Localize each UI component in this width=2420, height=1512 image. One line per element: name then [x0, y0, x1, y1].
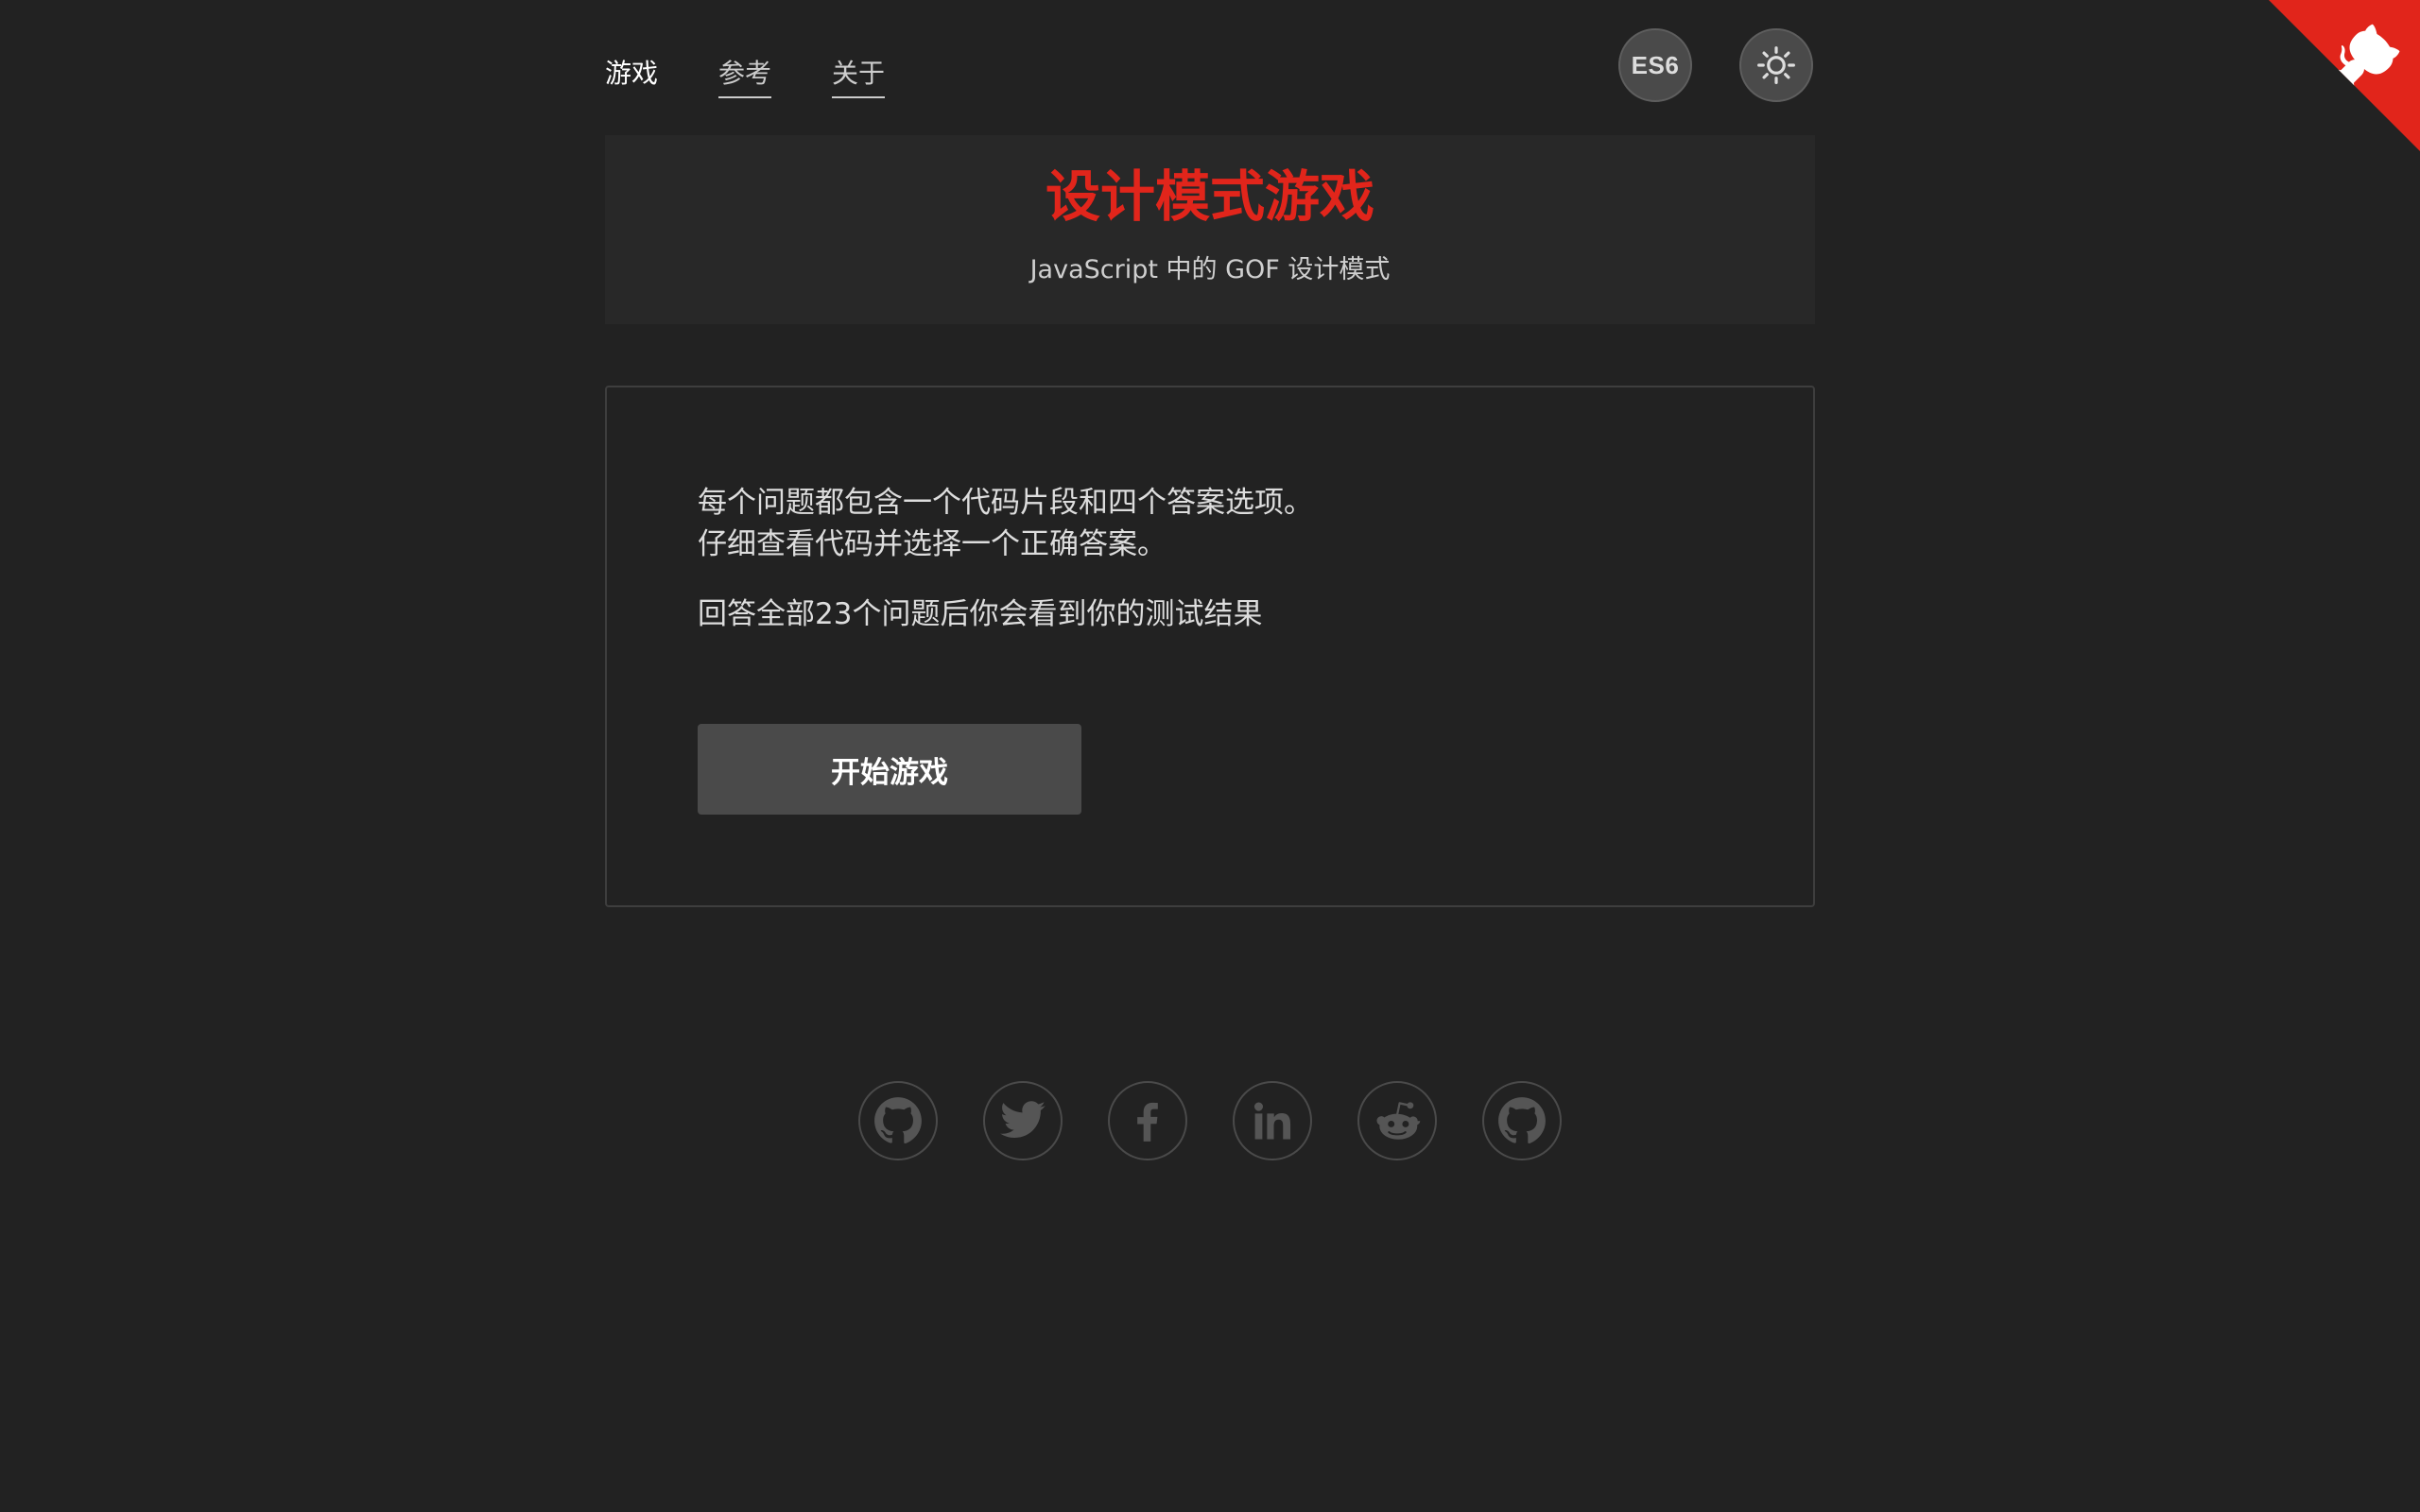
start-game-button[interactable]: 开始游戏 [698, 724, 1081, 815]
intro-line-1: 每个问题都包含一个代码片段和四个答案选项。 [698, 486, 1313, 520]
main-nav: 游戏 参考 关于 [605, 57, 886, 98]
github-corner-link[interactable] [2269, 0, 2420, 151]
share-reddit-link[interactable] [1357, 1081, 1437, 1160]
github-icon [874, 1097, 922, 1144]
github-octocat-icon [2269, 0, 2420, 151]
share-twitter-link[interactable] [983, 1081, 1063, 1160]
share-linkedin-link[interactable] [1233, 1081, 1312, 1160]
page-title: 设计模式游戏 [1045, 164, 1374, 229]
es6-toggle-button[interactable]: ES6 [1618, 28, 1692, 102]
page-subtitle: JavaScript 中的 GOF 设计模式 [1029, 255, 1391, 284]
linkedin-icon [1253, 1102, 1291, 1140]
intro-line-2: 仔细查看代码并选择一个正确答案。 [698, 527, 1167, 561]
intro-text: 每个问题都包含一个代码片段和四个答案选项。 仔细查看代码并选择一个正确答案。 回… [698, 482, 1313, 635]
intro-card: 每个问题都包含一个代码片段和四个答案选项。 仔细查看代码并选择一个正确答案。 回… [605, 386, 1815, 907]
hero-banner: 设计模式游戏 JavaScript 中的 GOF 设计模式 [605, 135, 1815, 324]
sun-icon [1757, 46, 1795, 84]
intro-line-3: 回答全部23个问题后你会看到你的测试结果 [698, 597, 1263, 631]
nav-item-about[interactable]: 关于 [832, 57, 886, 98]
nav-item-reference[interactable]: 参考 [718, 57, 772, 98]
reddit-icon [1376, 1102, 1421, 1140]
nav-item-game[interactable]: 游戏 [605, 57, 658, 98]
twitter-icon [1000, 1101, 1046, 1138]
top-bar: 游戏 参考 关于 ES6 [605, 28, 1815, 112]
page: 游戏 参考 关于 ES6 设计模式游戏 JavaScript 中的 GOF 设计… [0, 0, 2420, 1512]
share-github-link-2[interactable] [1482, 1081, 1562, 1160]
github-icon [1498, 1097, 1546, 1144]
share-github-link[interactable] [858, 1081, 938, 1160]
facebook-icon [1137, 1102, 1158, 1142]
share-facebook-link[interactable] [1108, 1081, 1187, 1160]
social-links [858, 1081, 1562, 1160]
theme-toggle-button[interactable] [1739, 28, 1813, 102]
